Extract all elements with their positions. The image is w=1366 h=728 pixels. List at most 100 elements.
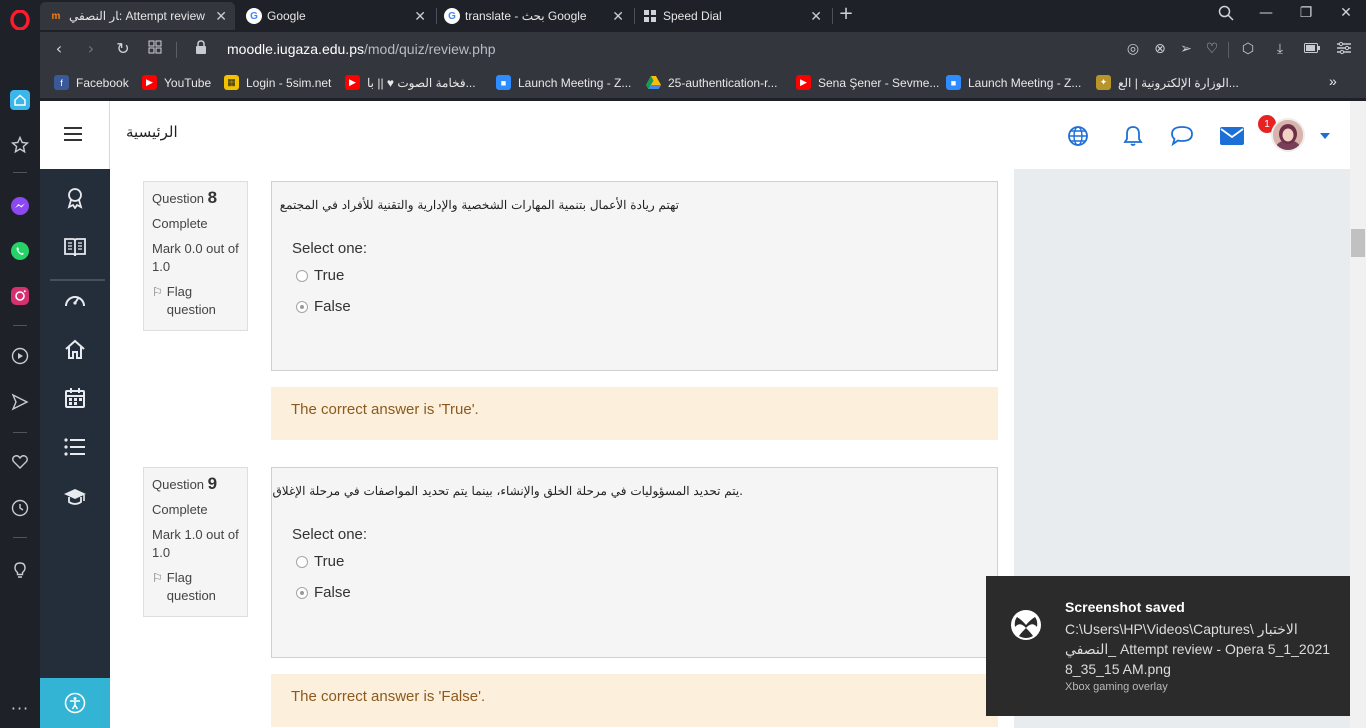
flag-icon: ⚐ bbox=[152, 571, 163, 585]
list-icon[interactable] bbox=[62, 434, 88, 460]
bookmark-youtube-song[interactable]: ▶ ﻓﺨﺎﻣﺔ ﺍﻟﺼﻮﺕ ♥ || ﺑﺎ... bbox=[345, 75, 476, 90]
user-menu-chevron-down-icon[interactable] bbox=[1318, 123, 1332, 149]
answer-option-true[interactable]: True bbox=[296, 267, 344, 284]
new-tab-button[interactable]: + bbox=[834, 3, 858, 24]
player-icon[interactable] bbox=[8, 344, 32, 368]
snapshot-camera-icon[interactable]: ◎ bbox=[1123, 41, 1143, 57]
notifications-bell-icon[interactable] bbox=[1120, 123, 1146, 149]
toast-source: Xbox gaming overlay bbox=[1065, 681, 1168, 693]
battery-saver-icon[interactable] bbox=[1302, 41, 1322, 57]
zoom-icon: ■ bbox=[946, 75, 961, 90]
bookmark-heart-icon[interactable]: ♡ bbox=[1202, 41, 1222, 57]
dashboard-gauge-icon[interactable] bbox=[62, 287, 88, 313]
moodle-top-bar: ﺍﻟﺮﺋﻴﺴﻴﺔ 1 bbox=[110, 101, 1356, 169]
question-content-9: .ﻳﺘﻢ ﺗﺤﺪﻳﺪ ﺍﻟﻤﺴﺆﻮﻟﻴﺎﺕ ﻓﻲ ﻣﺮﺣﻠﺔ ﺍﻟﺨﻠﻖ ﻭﺍﻹ… bbox=[271, 467, 998, 658]
answer-option-false[interactable]: False bbox=[296, 298, 351, 315]
opera-logo-icon[interactable] bbox=[8, 8, 32, 32]
tab-grid-icon[interactable] bbox=[144, 39, 166, 58]
minimize-icon[interactable]: — bbox=[1254, 5, 1278, 21]
ministry-icon: ✦ bbox=[1096, 75, 1111, 90]
answer-option-false[interactable]: False bbox=[296, 584, 351, 601]
url-field[interactable]: moodle.iugaza.edu.ps/mod/quiz/review.php bbox=[227, 41, 496, 57]
speed-dial-star-icon[interactable] bbox=[8, 133, 32, 157]
badges-icon[interactable] bbox=[62, 185, 88, 211]
screenshot-saved-notification[interactable]: Screenshot saved C:\Users\HP\Videos\Capt… bbox=[986, 576, 1350, 716]
close-window-icon[interactable]: ✕ bbox=[1334, 5, 1358, 21]
my-flow-icon[interactable] bbox=[8, 390, 32, 414]
bookmark-drive-file[interactable]: 25-authentication-r... bbox=[646, 75, 777, 90]
question-text: .ﻳﺘﻢ ﺗﺤﺪﻳﺪ ﺍﻟﻤﺴﺆﻮﻟﻴﺎﺕ ﻓﻲ ﻣﺮﺣﻠﺔ ﺍﻟﺨﻠﻖ ﻭﺍﻹ… bbox=[272, 484, 743, 498]
bookmark-zoom-meeting[interactable]: ■ Launch Meeting - Z... bbox=[496, 75, 631, 90]
question-label: Question bbox=[152, 191, 205, 206]
radio-button-selected[interactable] bbox=[296, 586, 308, 599]
ad-block-icon[interactable]: ⊗ bbox=[1150, 41, 1170, 57]
page-scrollbar[interactable] bbox=[1350, 101, 1366, 728]
tab-attempt-review[interactable]: m ﺎﺭ ﺍﻟﻨﺼﻔﻲ: Attempt review ✕ bbox=[40, 2, 235, 30]
calendar-icon[interactable] bbox=[62, 385, 88, 411]
flag-icon: ⚐ bbox=[152, 285, 163, 299]
radio-button-selected[interactable] bbox=[296, 300, 308, 313]
lock-icon[interactable] bbox=[190, 39, 212, 58]
flag-question-link[interactable]: ⚐ Flag question bbox=[152, 283, 239, 319]
select-one-label: Select one: bbox=[292, 240, 368, 257]
bookmark-youtube[interactable]: ▶ YouTube bbox=[142, 75, 211, 90]
heart-icon[interactable] bbox=[8, 450, 32, 474]
forward-icon[interactable]: › bbox=[80, 39, 102, 58]
lightbulb-icon[interactable] bbox=[8, 558, 32, 582]
extensions-cube-icon[interactable]: ⬡ bbox=[1238, 41, 1258, 57]
back-icon[interactable]: ‹ bbox=[48, 39, 70, 58]
answer-option-true[interactable]: True bbox=[296, 553, 344, 570]
bookmark-5sim[interactable]: ▦ Login - 5sim.net bbox=[224, 75, 331, 90]
question-info-8: Question 8 Complete Mark 0.0 out of 1.0 … bbox=[143, 181, 248, 331]
user-avatar[interactable] bbox=[1271, 118, 1305, 152]
search-tabs-icon[interactable] bbox=[1214, 5, 1238, 25]
more-options-icon[interactable]: ··· bbox=[8, 696, 32, 720]
close-tab-icon[interactable]: ✕ bbox=[612, 8, 624, 25]
whatsapp-icon[interactable] bbox=[8, 239, 32, 263]
messages-chat-icon[interactable] bbox=[1169, 123, 1195, 149]
close-tab-icon[interactable]: ✕ bbox=[414, 8, 426, 25]
drive-icon bbox=[646, 75, 661, 90]
youtube-icon: ▶ bbox=[142, 75, 157, 90]
restore-icon[interactable]: ❐ bbox=[1294, 5, 1318, 21]
instagram-icon[interactable] bbox=[8, 284, 32, 308]
history-clock-icon[interactable] bbox=[8, 496, 32, 520]
close-tab-icon[interactable]: ✕ bbox=[215, 8, 227, 25]
course-book-icon[interactable] bbox=[62, 234, 88, 260]
site-home-link[interactable]: ﺍﻟﺮﺋﻴﺴﻴﺔ bbox=[126, 123, 178, 141]
radio-button[interactable] bbox=[296, 269, 308, 282]
bookmark-facebook[interactable]: f Facebook bbox=[54, 75, 129, 90]
question-number: 8 bbox=[207, 188, 218, 207]
flag-question-link[interactable]: ⚐ Flag question bbox=[152, 569, 239, 605]
messenger-icon[interactable] bbox=[8, 194, 32, 218]
address-bar: ‹ › ↻ moodle.iugaza.edu.ps/mod/quiz/revi… bbox=[40, 32, 1366, 68]
bookmark-youtube-music[interactable]: ▶ Sena Şener - Sevme... bbox=[796, 75, 939, 90]
5sim-icon: ▦ bbox=[224, 75, 239, 90]
bookmarks-overflow-icon[interactable]: » bbox=[1329, 73, 1337, 89]
downloads-icon[interactable]: ⤓ bbox=[1270, 41, 1290, 57]
site-home-icon[interactable] bbox=[62, 336, 88, 362]
language-globe-icon[interactable] bbox=[1065, 123, 1091, 149]
bookmark-ministry[interactable]: ✦ ﺍﻟﻮﺯﺍﺭﺓ ﺍﻹﻟﻜﺘﺮﻭﻧﻴﺔ | ﺍﻟﻊ... bbox=[1096, 75, 1239, 90]
scrollbar-thumb[interactable] bbox=[1351, 229, 1365, 257]
tab-translate-search[interactable]: G translate - ﺑﺤﺚ Google ✕ bbox=[436, 2, 632, 30]
google-icon: G bbox=[246, 8, 262, 24]
radio-button[interactable] bbox=[296, 555, 308, 568]
home-workspace-icon[interactable] bbox=[8, 88, 32, 112]
reload-icon[interactable]: ↻ bbox=[112, 39, 134, 58]
close-tab-icon[interactable]: ✕ bbox=[810, 8, 822, 25]
tab-google[interactable]: G Google ✕ bbox=[238, 2, 434, 30]
select-one-label: Select one: bbox=[292, 526, 368, 543]
tab-speed-dial[interactable]: Speed Dial ✕ bbox=[634, 2, 830, 30]
email-envelope-icon[interactable] bbox=[1219, 123, 1245, 149]
zoom-icon: ■ bbox=[496, 75, 511, 90]
question-number: 9 bbox=[207, 474, 218, 493]
easy-setup-icon[interactable] bbox=[1334, 41, 1354, 59]
accessibility-button[interactable] bbox=[40, 678, 110, 728]
moodle-side-nav bbox=[40, 101, 110, 728]
graduation-cap-icon[interactable] bbox=[62, 484, 88, 510]
question-info-9: Question 9 Complete Mark 1.0 out of 1.0 … bbox=[143, 467, 248, 617]
nav-drawer-toggle[interactable] bbox=[40, 101, 110, 169]
send-icon[interactable]: ➢ bbox=[1176, 41, 1196, 57]
bookmark-zoom-meeting-2[interactable]: ■ Launch Meeting - Z... bbox=[946, 75, 1081, 90]
